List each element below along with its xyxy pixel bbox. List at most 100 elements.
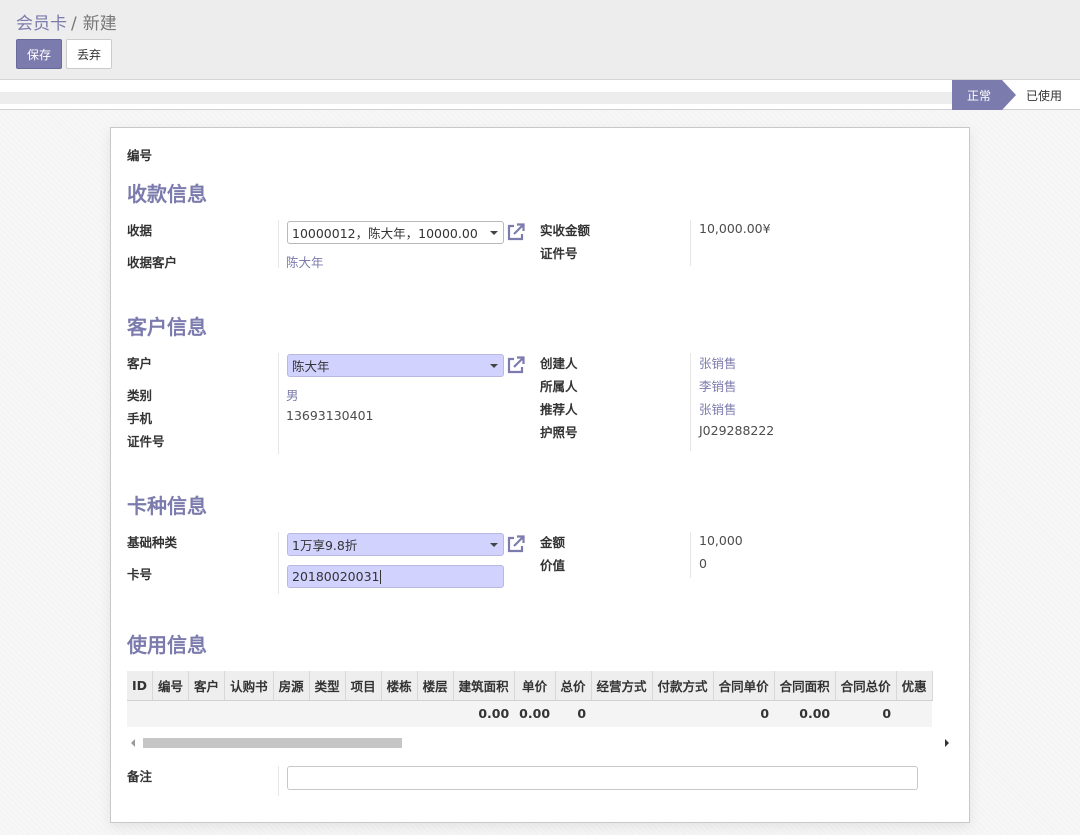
customer-select-value: 陈大年 <box>292 359 330 374</box>
phone-label: 手机 <box>127 411 153 426</box>
referrer-label: 推荐人 <box>540 402 578 417</box>
column-header[interactable]: 编号 <box>152 671 190 701</box>
column-header[interactable]: 类型 <box>309 671 346 701</box>
owner-value[interactable]: 李销售 <box>699 376 737 395</box>
id-number-label: 证件号 <box>540 246 578 261</box>
usage-table: ID 编号 客户 认购书 房源 类型 项目 楼栋 楼层 建筑面积 单价 总价 经… <box>127 671 933 727</box>
scroll-left-icon[interactable] <box>131 739 135 747</box>
column-header[interactable]: 客户 <box>188 671 226 701</box>
column-header[interactable]: 总价 <box>555 671 592 701</box>
notes-input[interactable] <box>287 766 918 790</box>
creator-label: 创建人 <box>540 356 578 371</box>
table-totals-row: 0.00 0.00 0 0 0.00 0 <box>127 700 933 727</box>
field-divider <box>690 220 691 266</box>
breadcrumb-parent-link[interactable]: 会员卡 <box>16 14 67 34</box>
total-cell <box>417 700 454 727</box>
field-divider <box>278 220 279 268</box>
total-cell <box>188 700 225 727</box>
creator-value[interactable]: 张销售 <box>699 353 737 372</box>
field-divider <box>278 532 279 594</box>
total-cell <box>652 700 714 727</box>
customer-select[interactable]: 陈大年 <box>287 354 504 377</box>
column-header[interactable]: 房源 <box>273 671 310 701</box>
category-value[interactable]: 男 <box>286 385 299 404</box>
total-cell <box>127 700 153 727</box>
total-cell <box>896 700 933 727</box>
breadcrumb: 会员卡 / 新建 <box>16 9 117 34</box>
card-type-label: 基础种类 <box>127 535 178 550</box>
external-link-icon[interactable] <box>506 355 526 375</box>
amount-label: 金额 <box>540 535 566 550</box>
column-header[interactable]: ID <box>127 671 154 701</box>
save-button[interactable]: 保存 <box>16 39 62 69</box>
column-header[interactable]: 合同面积 <box>774 671 836 701</box>
usage-section-title: 使用信息 <box>127 633 207 657</box>
caret-down-icon <box>490 543 498 547</box>
caret-down-icon <box>490 231 498 235</box>
breadcrumb-current: 新建 <box>82 14 117 34</box>
card-number-input[interactable]: 20180020031 <box>287 565 504 588</box>
card-number-value: 20180020031 <box>292 569 380 584</box>
column-header[interactable]: 付款方式 <box>652 671 714 701</box>
card-number-label: 卡号 <box>127 567 153 582</box>
horizontal-scrollbar[interactable] <box>127 735 953 751</box>
total-cell <box>309 700 346 727</box>
amount-value: 10,000 <box>699 533 743 548</box>
column-header[interactable]: 经营方式 <box>591 671 653 701</box>
customer-label: 客户 <box>127 356 153 371</box>
actual-amount-label: 实收金额 <box>540 223 591 238</box>
field-divider <box>278 766 279 796</box>
code-label: 编号 <box>127 148 153 163</box>
total-cell <box>224 700 274 727</box>
receipt-select-value: 10000012，陈大年，10000.00 <box>292 226 478 241</box>
card-type-select-value: 1万享9.8折 <box>292 538 358 553</box>
passport-value: J029288222 <box>699 423 775 438</box>
column-header[interactable]: 优惠 <box>896 671 933 701</box>
total-cell: 0.00 <box>453 700 515 727</box>
total-cell: 0.00 <box>774 700 836 727</box>
receipt-customer-link[interactable]: 陈大年 <box>286 252 324 271</box>
column-header[interactable]: 楼层 <box>417 671 454 701</box>
column-header[interactable]: 认购书 <box>224 671 274 701</box>
payment-section-title: 收款信息 <box>127 182 207 206</box>
column-header[interactable]: 合同单价 <box>713 671 775 701</box>
breadcrumb-separator: / <box>71 14 77 34</box>
field-divider <box>690 532 691 578</box>
external-link-icon[interactable] <box>506 534 526 554</box>
external-link-icon[interactable] <box>506 222 526 242</box>
customer-section-title: 客户信息 <box>127 315 207 339</box>
card-type-select[interactable]: 1万享9.8折 <box>287 533 504 556</box>
total-cell: 0 <box>835 700 897 727</box>
total-cell: 0.00 <box>514 700 556 727</box>
discard-button[interactable]: 丢弃 <box>66 39 112 69</box>
column-header[interactable]: 单价 <box>514 671 556 701</box>
worth-label: 价值 <box>540 558 566 573</box>
receipt-select[interactable]: 10000012，陈大年，10000.00 <box>287 221 504 244</box>
status-bar-strip <box>0 92 952 104</box>
owner-label: 所属人 <box>540 379 578 394</box>
total-cell <box>381 700 418 727</box>
receipt-customer-label: 收据客户 <box>127 255 178 270</box>
form-sheet: 编号 收款信息 收据 10000012，陈大年，10000.00 收据客户 陈大… <box>110 127 970 823</box>
status-normal[interactable]: 正常 <box>952 80 1016 110</box>
total-cell: 0 <box>713 700 775 727</box>
referrer-value[interactable]: 张销售 <box>699 399 737 418</box>
total-cell <box>152 700 189 727</box>
column-header[interactable]: 合同总价 <box>835 671 897 701</box>
column-header[interactable]: 建筑面积 <box>453 671 515 701</box>
card-section-title: 卡种信息 <box>127 494 207 518</box>
status-used[interactable]: 已使用 <box>1016 80 1080 110</box>
total-cell <box>273 700 310 727</box>
receipt-label: 收据 <box>127 223 153 238</box>
status-bar: 正常 已使用 <box>0 80 1080 110</box>
column-header[interactable]: 项目 <box>345 671 382 701</box>
scrollbar-thumb[interactable] <box>143 738 402 748</box>
control-panel: 会员卡 / 新建 保存 丢弃 <box>0 0 1080 80</box>
column-header[interactable]: 楼栋 <box>381 671 418 701</box>
scroll-right-icon[interactable] <box>945 739 949 747</box>
customer-id-label: 证件号 <box>127 434 165 449</box>
text-cursor <box>380 569 382 584</box>
usage-table-wrapper: ID 编号 客户 认购书 房源 类型 项目 楼栋 楼层 建筑面积 单价 总价 经… <box>127 671 953 727</box>
passport-label: 护照号 <box>540 425 578 440</box>
notes-label: 备注 <box>127 769 153 784</box>
